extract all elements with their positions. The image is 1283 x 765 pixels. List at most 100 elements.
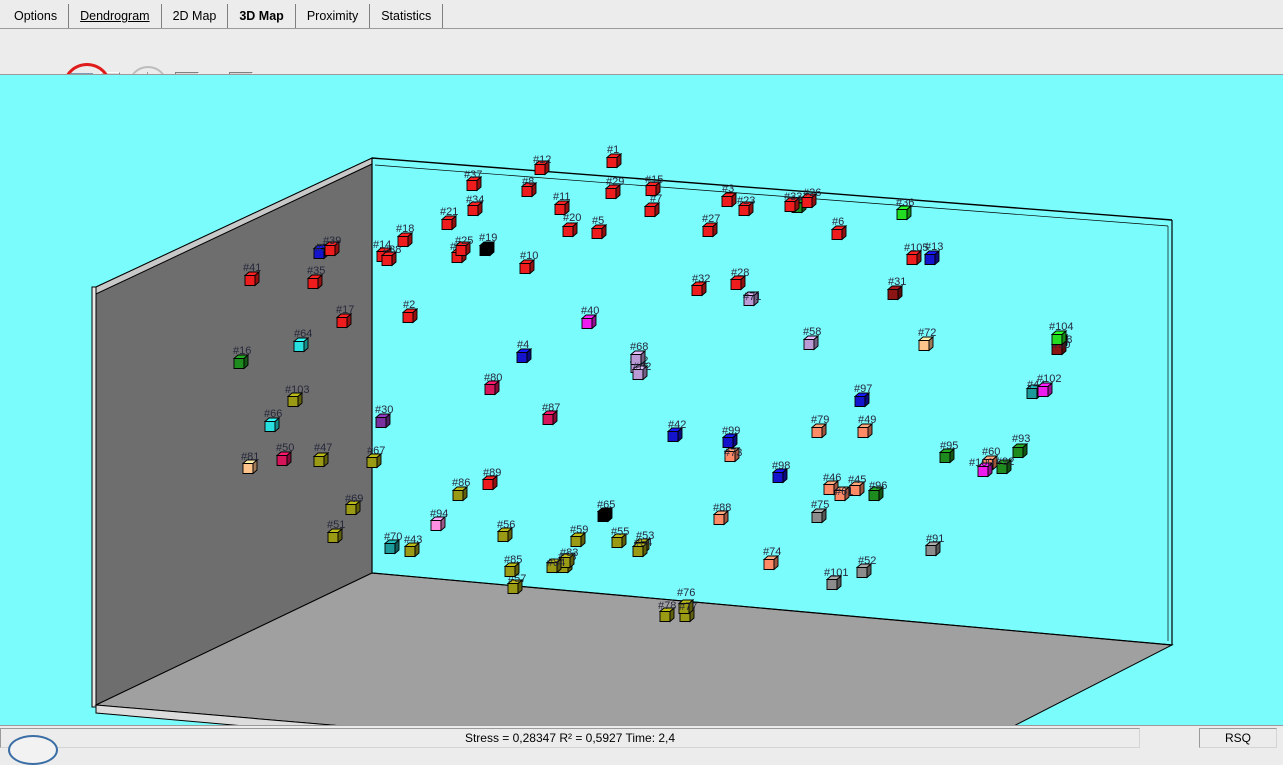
tab-dendrogram-label: Dendrogram	[80, 9, 150, 23]
data-point-label: #55	[611, 526, 630, 538]
tab-bar-divider	[0, 28, 1283, 29]
data-point-label: #25	[455, 235, 474, 247]
data-point-label: #29	[606, 176, 625, 188]
data-point-label: #6	[832, 216, 845, 228]
data-point-label: #86	[452, 477, 471, 489]
data-point-label: #66	[264, 408, 283, 420]
data-point-label: #84	[547, 557, 566, 569]
data-point-label: #59	[570, 524, 589, 536]
data-point-marker[interactable]	[312, 452, 330, 468]
data-point-label: #37	[464, 169, 483, 181]
data-point-label: #54	[634, 537, 653, 549]
data-point-label: #76	[677, 587, 696, 599]
data-point-label: #30	[375, 404, 394, 416]
data-point-label: #100	[969, 457, 994, 469]
tab-proximity-label: Proximity	[306, 9, 359, 23]
tab-options[interactable]: Options	[3, 4, 70, 28]
data-point-label: #93	[1012, 433, 1031, 445]
left-wall-edge	[91, 286, 97, 708]
data-point-label: #98	[772, 460, 791, 472]
data-point-label: #35	[307, 265, 326, 277]
data-point-label: #16	[233, 345, 252, 357]
data-point-label: #15	[645, 174, 664, 186]
data-point-label: #12	[533, 154, 552, 166]
data-point-label: #33	[784, 191, 803, 203]
data-point-label: #88	[713, 502, 732, 514]
data-point-label: #36	[896, 197, 915, 209]
status-bar: Stress = 0,28347 R² = 0,5927 Time: 2,4 R…	[0, 725, 1283, 750]
tab-2d-map[interactable]: 2D Map	[161, 4, 229, 28]
tab-statistics-label: Statistics	[381, 9, 432, 23]
data-point-label: #28	[731, 267, 750, 279]
data-point-label: #79	[811, 414, 830, 426]
data-point-label: #72	[918, 327, 937, 339]
data-point-label: #19	[479, 232, 498, 244]
data-point-label: #10	[520, 250, 539, 262]
data-point-label: #40	[581, 305, 600, 317]
data-point-label: #18	[396, 223, 415, 235]
data-point-label: #64	[294, 328, 313, 340]
data-point-label: #105	[904, 242, 929, 254]
data-point-label: #43	[404, 534, 423, 546]
data-point-label: #2	[403, 299, 416, 311]
data-point-label: #73	[724, 447, 743, 459]
data-point-label: #45	[848, 474, 867, 486]
data-point-label: #85	[504, 554, 523, 566]
data-point-label: #81	[241, 451, 260, 463]
data-point-marker[interactable]	[561, 222, 579, 238]
tab-list: Options Dendrogram 2D Map 3D Map Proximi…	[3, 2, 444, 28]
data-point-label: #71	[743, 291, 762, 303]
data-point-label: #1	[607, 144, 620, 156]
data-point-label: #56	[497, 519, 516, 531]
data-point-label: #99	[722, 425, 741, 437]
data-point-label: #8	[522, 176, 535, 188]
data-point-label: #58	[803, 326, 822, 338]
data-point-label: #94	[430, 508, 449, 520]
data-point-label: #101	[824, 567, 849, 579]
data-point-label: #17	[336, 304, 355, 316]
data-point-label: #4	[517, 339, 530, 351]
tab-options-label: Options	[14, 9, 58, 23]
data-point-label: #87	[542, 402, 561, 414]
tab-statistics[interactable]: Statistics	[370, 4, 444, 28]
data-point-label: #11	[553, 191, 571, 203]
data-point-label: #104	[1049, 321, 1074, 333]
tab-2d-map-label: 2D Map	[172, 9, 217, 23]
data-point-label: #5	[592, 215, 605, 227]
tab-proximity[interactable]: Proximity	[295, 4, 371, 28]
data-point-label: #80	[484, 372, 503, 384]
tab-dendrogram[interactable]: Dendrogram	[69, 4, 162, 28]
data-point-label: #23	[737, 195, 756, 207]
status-rsq: RSQ	[1199, 728, 1277, 748]
data-point-label: #91	[926, 533, 945, 545]
data-point-label: #49	[858, 414, 877, 426]
data-point-label: #47	[314, 442, 333, 454]
toolbar: Nb clusters: 26	[0, 30, 1283, 109]
tab-bar: Options Dendrogram 2D Map 3D Map Proximi…	[0, 0, 1283, 30]
resize-corner-arc	[8, 735, 58, 765]
data-point-label: #95	[940, 440, 959, 452]
data-point-label: #38	[383, 244, 402, 256]
data-point-label: #69	[345, 493, 364, 505]
3d-box-frame	[91, 157, 1174, 725]
data-point-label: #32	[692, 273, 711, 285]
data-point-label: #65	[597, 499, 616, 511]
data-point-label: #21	[440, 206, 459, 218]
tab-3d-map[interactable]: 3D Map	[228, 4, 296, 28]
data-point-label: #42	[668, 419, 687, 431]
data-point-label: #3	[722, 183, 735, 195]
data-point-label: #67	[367, 445, 386, 457]
data-point-label: #97	[854, 383, 873, 395]
3d-map-canvas[interactable]: #1 #2 #3 #4 #5 #6 #7 #8 #9 #10 #11 #12 #13 #14 #15 #16 #…	[0, 75, 1283, 725]
data-point-label: #52	[858, 555, 877, 567]
data-point-label: #34	[466, 194, 485, 206]
data-point-label: #75	[811, 499, 830, 511]
data-point-label: #61	[835, 486, 854, 498]
data-point-label: #20	[563, 212, 582, 224]
data-point-label: #74	[763, 546, 782, 558]
data-point-label: #26	[803, 187, 822, 199]
data-point-marker[interactable]	[1011, 443, 1029, 459]
data-point-label: #50	[276, 442, 295, 454]
data-point-label: #102	[1037, 373, 1062, 385]
data-point-label: #78	[658, 600, 677, 612]
